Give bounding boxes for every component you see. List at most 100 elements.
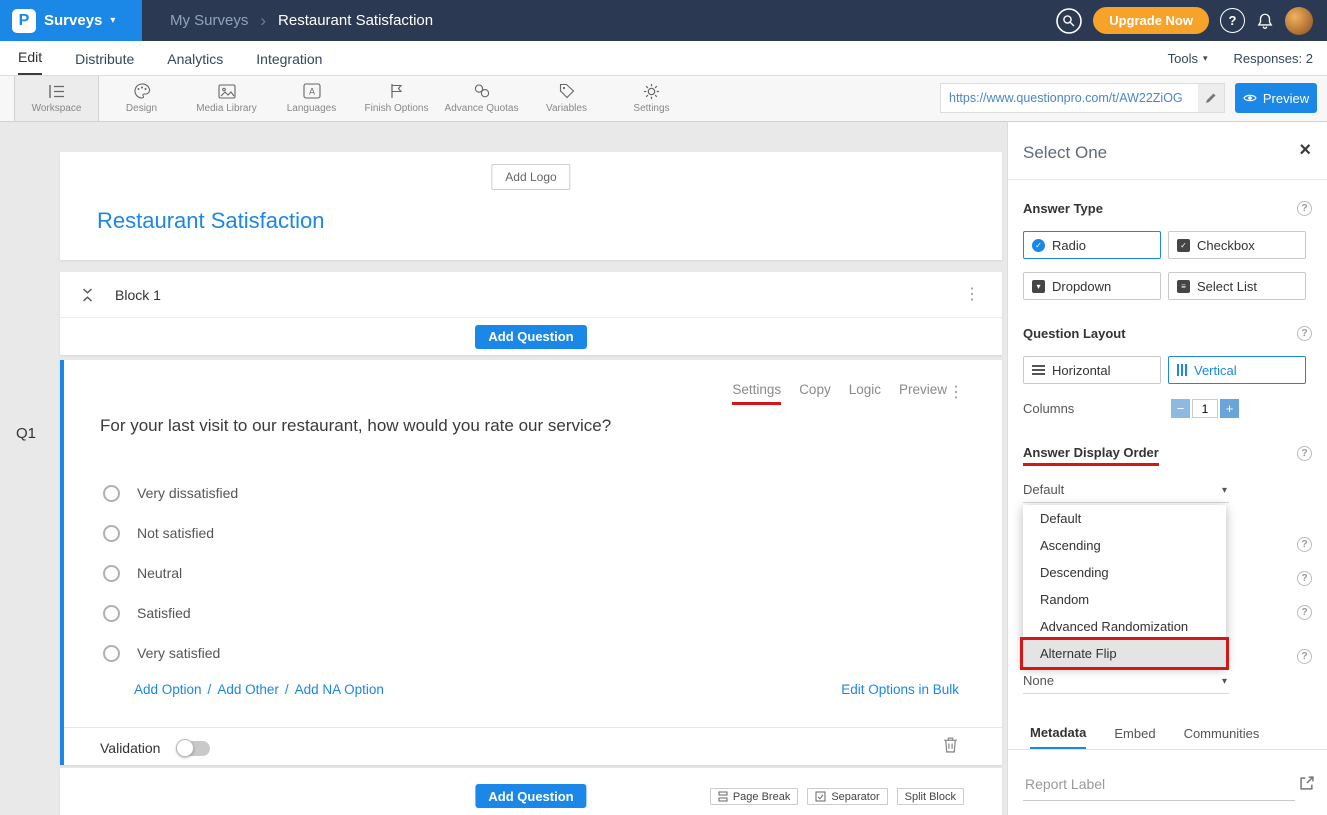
help-icon[interactable]: ? (1220, 8, 1245, 33)
validation-toggle[interactable] (176, 741, 210, 756)
answer-display-order-select[interactable]: Default ▾ (1023, 482, 1229, 503)
option-label[interactable]: Not satisfied (137, 525, 214, 541)
close-panel-icon[interactable]: × (1299, 140, 1311, 160)
layout-vertical-button[interactable]: Vertical (1168, 356, 1306, 384)
breadcrumb-my-surveys[interactable]: My Surveys (170, 12, 248, 29)
toolbar-variables[interactable]: Variables (524, 75, 609, 121)
surveys-product-menu[interactable]: P Surveys ▾ (0, 0, 142, 41)
block-name[interactable]: Block 1 (115, 287, 161, 303)
search-icon[interactable] (1056, 8, 1082, 34)
setting-help-icon[interactable]: ? (1297, 605, 1312, 620)
separator-button[interactable]: Separator (807, 788, 887, 805)
columns-decrement-button[interactable]: − (1171, 399, 1190, 418)
report-label-input[interactable] (1023, 768, 1295, 801)
setting-help-icon[interactable]: ? (1297, 649, 1312, 664)
columns-value-input[interactable] (1192, 399, 1218, 418)
question-menu-kebab-icon[interactable]: ⋮ (948, 382, 964, 402)
split-block-button[interactable]: Split Block (897, 788, 964, 805)
question-tab-copy[interactable]: Copy (799, 382, 831, 397)
toolbar-languages[interactable]: A Languages (269, 75, 354, 121)
radio-circle[interactable] (103, 565, 120, 582)
toolbar-advance-quotas[interactable]: Advance Quotas (439, 75, 524, 121)
question-settings-panel: Select One × Answer Type ? ✓ Radio ✓ Che… (1007, 122, 1327, 815)
question-footer-divider (64, 727, 1002, 728)
radio-circle[interactable] (103, 605, 120, 622)
responses-count[interactable]: Responses: 2 (1234, 51, 1314, 66)
radio-circle[interactable] (103, 645, 120, 662)
toolbar-workspace[interactable]: Workspace (14, 75, 99, 121)
toolbar-finish-options[interactable]: Finish Options (354, 75, 439, 121)
tools-label: Tools (1168, 51, 1198, 66)
panel-tab-embed[interactable]: Embed (1114, 718, 1155, 749)
edit-options-in-bulk-link[interactable]: Edit Options in Bulk (841, 682, 959, 697)
answer-type-label-text: Radio (1052, 238, 1086, 253)
survey-url-input[interactable] (941, 91, 1198, 105)
radio-circle[interactable] (103, 485, 120, 502)
columns-increment-button[interactable]: + (1220, 399, 1239, 418)
option-label[interactable]: Satisfied (137, 605, 191, 621)
select-value: Default (1023, 482, 1064, 497)
option-label[interactable]: Very satisfied (137, 645, 220, 661)
panel-tab-metadata[interactable]: Metadata (1030, 718, 1086, 749)
answer-type-label: Answer Type (1023, 201, 1103, 216)
user-avatar[interactable] (1285, 7, 1313, 35)
panel-tab-communities[interactable]: Communities (1184, 718, 1260, 749)
add-na-option-link[interactable]: Add NA Option (295, 682, 384, 697)
survey-title[interactable]: Restaurant Satisfaction (97, 208, 324, 234)
question-text[interactable]: For your last visit to our restaurant, h… (100, 416, 611, 436)
layout-horizontal-button[interactable]: Horizontal (1023, 356, 1161, 384)
answer-type-radio-button[interactable]: ✓ Radio (1023, 231, 1161, 259)
toolbar-design[interactable]: Design (99, 75, 184, 121)
menu-item-descending[interactable]: Descending (1023, 559, 1226, 586)
menu-item-advanced-randomization[interactable]: Advanced Randomization (1023, 613, 1226, 640)
menu-item-default[interactable]: Default (1023, 505, 1226, 532)
block-menu-kebab-icon[interactable]: ⋮ (964, 287, 980, 303)
edit-url-pencil-icon[interactable] (1198, 84, 1224, 112)
answer-option-row: Not satisfied (103, 523, 214, 543)
answer-type-select-list-button[interactable]: ≡ Select List (1168, 272, 1306, 300)
option-label[interactable]: Neutral (137, 565, 182, 581)
collapse-block-icon[interactable] (82, 288, 93, 302)
toolbar-settings[interactable]: Settings (609, 75, 694, 121)
tools-menu[interactable]: Tools ▾ (1168, 51, 1208, 66)
add-logo-button[interactable]: Add Logo (491, 164, 570, 190)
toolbar-media-library[interactable]: Media Library (184, 75, 269, 121)
answer-type-dropdown-button[interactable]: ▾ Dropdown (1023, 272, 1161, 300)
media-library-icon (218, 83, 236, 100)
question-tab-settings[interactable]: Settings (732, 382, 781, 405)
breadcrumb: My Surveys › Restaurant Satisfaction (170, 11, 433, 31)
external-link-icon[interactable] (1300, 776, 1314, 790)
option-add-links: Add Option / Add Other / Add NA Option (134, 682, 384, 697)
layout-label-text: Horizontal (1052, 363, 1111, 378)
toolbar-label: Advance Quotas (445, 103, 519, 114)
setting-help-icon[interactable]: ? (1297, 537, 1312, 552)
tab-distribute[interactable]: Distribute (75, 41, 134, 75)
notifications-bell-icon[interactable] (1256, 12, 1274, 30)
question-tab-preview[interactable]: Preview (899, 382, 947, 397)
add-question-button-bottom[interactable]: Add Question (475, 784, 586, 808)
option-label[interactable]: Very dissatisfied (137, 485, 238, 501)
tab-analytics[interactable]: Analytics (167, 41, 223, 75)
answer-type-help-icon[interactable]: ? (1297, 201, 1312, 216)
link-separator: / (208, 682, 212, 697)
upgrade-now-button[interactable]: Upgrade Now (1093, 7, 1209, 34)
page-break-button[interactable]: Page Break (710, 788, 798, 805)
tab-edit[interactable]: Edit (18, 41, 42, 75)
answer-type-checkbox-button[interactable]: ✓ Checkbox (1168, 231, 1306, 259)
none-select[interactable]: None ▾ (1023, 673, 1229, 694)
menu-item-random[interactable]: Random (1023, 586, 1226, 613)
question-tab-logic[interactable]: Logic (849, 382, 881, 397)
question-layout-help-icon[interactable]: ? (1297, 326, 1312, 341)
toolbar-label: Languages (287, 103, 337, 114)
add-option-link[interactable]: Add Option (134, 682, 202, 697)
answer-display-order-help-icon[interactable]: ? (1297, 446, 1312, 461)
setting-help-icon[interactable]: ? (1297, 571, 1312, 586)
menu-item-ascending[interactable]: Ascending (1023, 532, 1226, 559)
preview-button[interactable]: Preview (1235, 83, 1317, 113)
delete-question-trash-icon[interactable] (943, 736, 958, 753)
add-question-button-top[interactable]: Add Question (475, 325, 586, 349)
add-other-link[interactable]: Add Other (217, 682, 279, 697)
menu-item-alternate-flip[interactable]: Alternate Flip (1023, 640, 1226, 667)
tab-integration[interactable]: Integration (256, 41, 322, 75)
radio-circle[interactable] (103, 525, 120, 542)
